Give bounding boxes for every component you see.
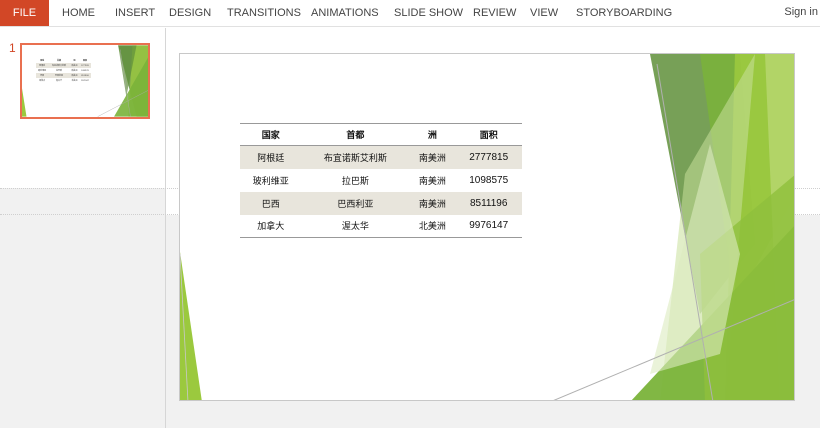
table-header-row: 国家 首都 洲 面积	[240, 123, 522, 146]
table-header-cell: 洲	[409, 123, 456, 146]
tab-file[interactable]: FILE	[0, 0, 49, 26]
table-row: 加拿大 渥太华 北美洲 9976147	[240, 214, 522, 238]
thumbnail-pane-empty-area	[0, 188, 165, 428]
table-cell: 南美洲	[409, 145, 456, 169]
tab-home[interactable]: HOME	[62, 0, 95, 26]
table-cell: 1098575	[469, 174, 509, 186]
table-cell: 9976147	[455, 214, 522, 238]
sign-in-link[interactable]: Sign in	[784, 0, 818, 26]
table-cell: 加拿大	[240, 214, 302, 238]
slide-thumbnail[interactable]: 国家 首都洲面积 阿根廷 布宜诺斯艾利斯 南美洲 2777815 玻利维亚 拉巴斯 南美洲 1…	[20, 43, 150, 119]
table-cell: 南美洲	[409, 191, 456, 215]
table-header-cell: 面积	[455, 123, 522, 146]
table-cell: 玻利维亚	[252, 176, 289, 187]
ribbon-tab-bar: FILE HOME INSERT DESIGN TRANSITIONS ANIM…	[0, 0, 820, 27]
table-cell: 北美洲	[409, 214, 456, 238]
table-cell: 布宜诺斯艾利斯	[301, 145, 410, 169]
mini-cell: 9976147	[81, 79, 89, 82]
table-cell: 拉巴斯	[341, 176, 369, 187]
country-table[interactable]: 国家 首都 洲 面积 阿根廷 布宜诺斯艾利斯 南美洲 2777815 玻利维亚 …	[240, 123, 522, 238]
slide-canvas[interactable]: 国家 首都 洲 面积 阿根廷 布宜诺斯艾利斯 南美洲 2777815 玻利维亚 …	[179, 53, 795, 401]
tab-insert[interactable]: INSERT	[115, 0, 155, 26]
table-row: 巴西 巴西利亚 南美洲 8511196	[240, 191, 522, 215]
tab-view[interactable]: VIEW	[530, 0, 558, 26]
mini-cell: 渥太华	[56, 80, 63, 82]
table-cell: 渥太华	[301, 214, 410, 238]
table-cell: 8511196	[455, 191, 522, 215]
tab-transitions[interactable]: TRANSITIONS	[227, 0, 301, 26]
mini-cell: 北美洲	[71, 80, 78, 82]
tab-review[interactable]: REVIEW	[473, 0, 516, 26]
thumbnail-table: 国家 首都洲面积 阿根廷 布宜诺斯艾利斯 南美洲 2777815 玻利维亚 拉巴斯 南美洲 1…	[36, 58, 91, 83]
table-cell: 2777815	[455, 145, 522, 169]
table-header-cell: 首都	[301, 123, 410, 146]
tab-animations[interactable]: ANIMATIONS	[311, 0, 379, 26]
tab-storyboarding[interactable]: STORYBOARDING	[576, 0, 672, 26]
table-header-cell: 国家	[240, 123, 302, 146]
table-cell: 南美洲	[418, 176, 446, 187]
table-row: 阿根廷 布宜诺斯艾利斯 南美洲 2777815	[240, 145, 522, 169]
thumbnail-slide-number: 1	[9, 41, 16, 55]
table-cell: 阿根廷	[240, 145, 302, 169]
table-row: 玻利维亚 拉巴斯 南美洲 1098575	[240, 169, 522, 192]
tab-slide-show[interactable]: SLIDE SHOW	[394, 0, 463, 26]
table-cell: 巴西	[240, 191, 302, 215]
mini-cell: 加拿大	[39, 80, 46, 82]
tab-design[interactable]: DESIGN	[169, 0, 211, 26]
table-cell: 巴西利亚	[301, 191, 410, 215]
